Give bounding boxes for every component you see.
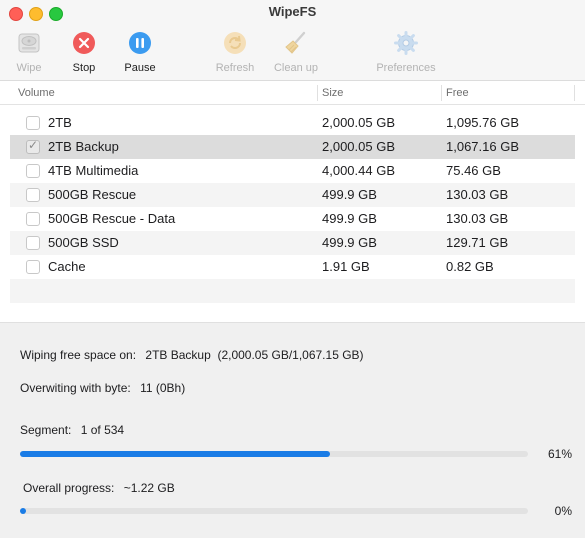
volume-free: 130.03 GB	[446, 187, 509, 202]
segment-progress-bar	[20, 451, 528, 457]
row-checkbox[interactable]	[26, 164, 40, 178]
overwriting-value: 11 (0Bh)	[140, 381, 186, 395]
wipe-button[interactable]: Wipe	[11, 30, 47, 78]
segment-info: Segment: 1 of 534	[20, 423, 124, 437]
table-row[interactable]: 4TB Multimedia 4,000.44 GB 75.46 GB	[10, 159, 575, 183]
volume-size: 499.9 GB	[322, 235, 377, 250]
overall-value: ~1.22 GB	[123, 481, 175, 495]
stop-button[interactable]: Stop	[68, 30, 100, 78]
volume-size: 499.9 GB	[322, 187, 377, 202]
column-divider[interactable]	[441, 85, 442, 101]
table-row[interactable]: 500GB SSD 499.9 GB 129.71 GB	[10, 231, 575, 255]
table-row[interactable]: ✓ 2TB Backup 2,000.05 GB 1,067.16 GB	[10, 135, 575, 159]
volume-size: 2,000.05 GB	[322, 115, 395, 130]
pause-button-label: Pause	[124, 62, 156, 74]
app-window: WipeFS Wipe Stop Pause Refresh Clean up …	[0, 0, 585, 538]
pause-icon	[129, 32, 151, 54]
volume-name: 2TB Backup	[48, 139, 119, 154]
refresh-icon	[224, 32, 246, 54]
overwriting-label: Overwiting with byte:	[20, 381, 131, 395]
volume-free: 1,067.16 GB	[446, 139, 519, 154]
titlebar: WipeFS Wipe Stop Pause Refresh Clean up …	[0, 0, 585, 81]
column-header-size[interactable]: Size	[322, 87, 343, 99]
volume-size: 1.91 GB	[322, 259, 370, 274]
overall-info: Overall progress: ~1.22 GB	[23, 481, 175, 495]
table-row[interactable]: 500GB Rescue - Data 499.9 GB 130.03 GB	[10, 207, 575, 231]
volume-name: 2TB	[48, 115, 72, 130]
wiping-value: 2TB Backup (2,000.05 GB/1,067.15 GB)	[145, 348, 364, 362]
wipe-button-label: Wipe	[16, 62, 42, 74]
volume-free: 75.46 GB	[446, 163, 501, 178]
row-checkbox[interactable]	[26, 116, 40, 130]
volume-free: 0.82 GB	[446, 259, 494, 274]
segment-progress-fill	[20, 451, 330, 457]
row-checkbox[interactable]	[26, 260, 40, 274]
preferences-button[interactable]: Preferences	[372, 30, 440, 78]
pause-button[interactable]: Pause	[122, 30, 158, 78]
cleanup-button[interactable]: Clean up	[270, 30, 322, 78]
table-row[interactable]: Cache 1.91 GB 0.82 GB	[10, 255, 575, 279]
cleanup-button-label: Clean up	[273, 62, 319, 74]
refresh-button-label: Refresh	[215, 62, 255, 74]
checkmark-icon: ✓	[28, 138, 39, 152]
column-header-free[interactable]: Free	[446, 87, 469, 99]
table-row[interactable]: 500GB Rescue 499.9 GB 130.03 GB	[10, 183, 575, 207]
status-panel: Wiping free space on: 2TB Backup (2,000.…	[0, 322, 585, 538]
column-header-volume[interactable]: Volume	[18, 87, 55, 99]
row-checkbox[interactable]	[26, 212, 40, 226]
wiping-info: Wiping free space on: 2TB Backup (2,000.…	[20, 348, 364, 362]
table-header: Volume Size Free	[0, 82, 585, 105]
column-divider[interactable]	[317, 85, 318, 101]
overwriting-info: Overwiting with byte: 11 (0Bh)	[20, 381, 185, 395]
row-checkbox[interactable]	[26, 188, 40, 202]
refresh-button[interactable]: Refresh	[213, 30, 257, 78]
volume-size: 499.9 GB	[322, 211, 377, 226]
stop-icon	[73, 32, 95, 54]
row-checkbox[interactable]	[26, 236, 40, 250]
volume-name: Cache	[48, 259, 86, 274]
window-title: WipeFS	[268, 4, 317, 19]
volume-list: 2TB 2,000.05 GB 1,095.76 GB ✓ 2TB Backup…	[10, 111, 575, 303]
segment-value: 1 of 534	[80, 423, 125, 437]
overall-progress-bar	[20, 508, 528, 514]
volume-free: 1,095.76 GB	[446, 115, 519, 130]
volume-name: 500GB Rescue	[48, 187, 137, 202]
preferences-button-label: Preferences	[376, 62, 436, 74]
overall-progress-fill	[20, 508, 26, 514]
table-row-empty	[10, 279, 575, 303]
volume-size: 2,000.05 GB	[322, 139, 395, 154]
stop-button-label: Stop	[72, 62, 96, 74]
disk-icon	[18, 33, 40, 53]
volume-size: 4,000.44 GB	[322, 163, 395, 178]
volume-free: 130.03 GB	[446, 211, 509, 226]
overall-label: Overall progress:	[23, 481, 115, 495]
volume-free: 129.71 GB	[446, 235, 509, 250]
table-row[interactable]: 2TB 2,000.05 GB 1,095.76 GB	[10, 111, 575, 135]
volume-name: 500GB Rescue - Data	[48, 211, 176, 226]
column-divider[interactable]	[574, 85, 575, 101]
broom-icon	[285, 31, 306, 54]
volume-name: 500GB SSD	[48, 235, 119, 250]
segment-percent: 61%	[547, 447, 572, 461]
gear-icon	[394, 31, 418, 55]
volume-name: 4TB Multimedia	[48, 163, 139, 178]
overall-percent: 0%	[554, 504, 572, 518]
wiping-label: Wiping free space on:	[20, 348, 137, 362]
segment-label: Segment:	[20, 423, 72, 437]
